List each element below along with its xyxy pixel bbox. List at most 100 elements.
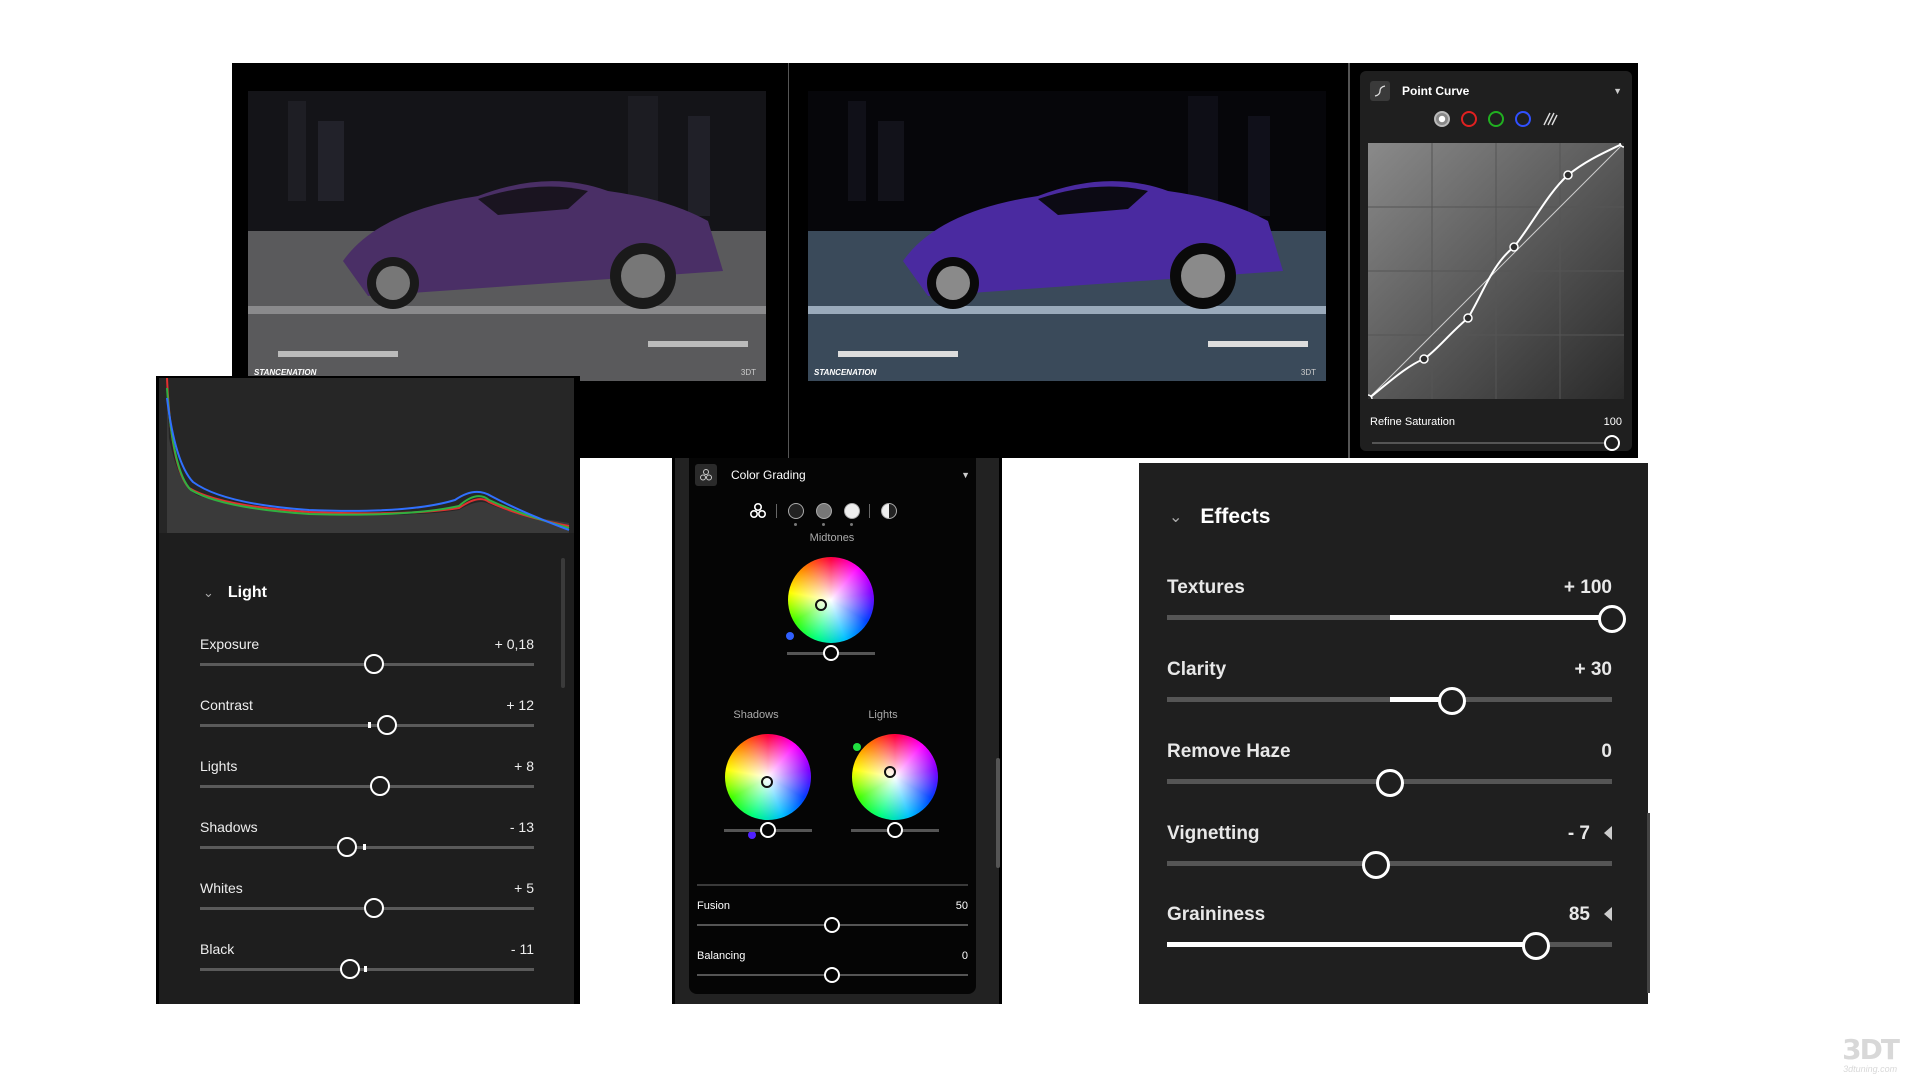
refine-saturation-label: Refine Saturation bbox=[1370, 416, 1455, 428]
channel-red-button[interactable] bbox=[1461, 111, 1477, 127]
contrast-slider[interactable]: Contrast + 12 bbox=[200, 697, 534, 747]
shadows-hue-handle[interactable] bbox=[761, 776, 773, 788]
slider-handle[interactable] bbox=[340, 959, 361, 979]
shadows-label: Shadows bbox=[733, 709, 779, 721]
textures-slider[interactable]: Textures + 100 bbox=[1167, 577, 1626, 637]
three-way-view-icon[interactable] bbox=[749, 502, 767, 520]
slider-handle[interactable] bbox=[336, 837, 357, 857]
effects-section-header[interactable]: ⌄ Effects bbox=[1169, 505, 1270, 529]
color-grading-header[interactable]: Color Grading ▼ bbox=[695, 464, 970, 486]
slider-handle[interactable] bbox=[1598, 605, 1626, 633]
slider-label: Lights bbox=[200, 758, 238, 774]
lights-hue-handle[interactable] bbox=[884, 766, 896, 778]
slider-value[interactable]: 0 bbox=[1601, 741, 1612, 763]
slider-handle[interactable] bbox=[1375, 769, 1404, 797]
default-tick bbox=[364, 966, 367, 972]
slider-handle[interactable] bbox=[363, 654, 384, 674]
slider-label: Contrast bbox=[200, 697, 253, 713]
shadows-color-wheel[interactable] bbox=[725, 734, 811, 820]
reset-arrow-icon[interactable] bbox=[1604, 907, 1612, 921]
before-photo: STANCENATION 3DT bbox=[248, 91, 766, 381]
fusion-handle[interactable] bbox=[824, 917, 840, 933]
slider-value[interactable]: + 12 bbox=[506, 697, 534, 713]
channel-blue-button[interactable] bbox=[1515, 111, 1531, 127]
light-section-header[interactable]: ⌄ Light bbox=[203, 584, 267, 602]
slider-value[interactable]: 85 bbox=[1569, 904, 1590, 926]
balancing-handle[interactable] bbox=[824, 967, 840, 983]
midtones-view-button[interactable] bbox=[816, 503, 832, 519]
midtones-hue-handle[interactable] bbox=[815, 599, 827, 611]
point-curve-title: Point Curve bbox=[1402, 84, 1470, 98]
balancing-value[interactable]: 0 bbox=[962, 950, 968, 962]
shadows-view-button[interactable] bbox=[788, 503, 804, 519]
slider-track[interactable] bbox=[200, 785, 534, 788]
slider-value[interactable]: - 13 bbox=[510, 819, 534, 835]
slider-handle[interactable] bbox=[1522, 932, 1551, 960]
refine-saturation-track[interactable] bbox=[1372, 442, 1610, 444]
shadows-hue-marker[interactable] bbox=[748, 831, 756, 839]
slider-value[interactable]: + 8 bbox=[514, 758, 534, 774]
car-photo-after-image bbox=[808, 91, 1326, 381]
fusion-value[interactable]: 50 bbox=[956, 900, 968, 912]
point-curve-header[interactable]: Point Curve ▼ bbox=[1370, 81, 1622, 101]
chevron-down-icon[interactable]: ▼ bbox=[1613, 86, 1622, 96]
lights-hue-marker[interactable] bbox=[853, 743, 861, 751]
whites-slider[interactable]: Whites + 5 bbox=[200, 880, 534, 930]
vignetting-slider[interactable]: Vignetting - 7 bbox=[1167, 823, 1612, 883]
slider-track[interactable] bbox=[200, 968, 534, 971]
channel-rgb-button[interactable] bbox=[1434, 111, 1450, 127]
chevron-down-icon: ⌄ bbox=[1169, 509, 1183, 526]
lights-view-button[interactable] bbox=[844, 503, 860, 519]
midtones-hue-marker[interactable] bbox=[786, 632, 794, 640]
slider-value[interactable]: + 0,18 bbox=[495, 636, 534, 652]
slider-label: Exposure bbox=[200, 636, 260, 652]
lights-luminance-handle[interactable] bbox=[887, 822, 903, 838]
refine-saturation-value[interactable]: 100 bbox=[1604, 416, 1622, 428]
slider-handle[interactable] bbox=[363, 898, 384, 918]
shadows-slider[interactable]: Shadows - 13 bbox=[200, 819, 534, 869]
slider-handle[interactable] bbox=[1437, 687, 1466, 715]
panel-scrollbar[interactable] bbox=[561, 558, 565, 688]
channel-green-button[interactable] bbox=[1488, 111, 1504, 127]
slider-label: Shadows bbox=[200, 819, 258, 835]
black-slider[interactable]: Black - 11 bbox=[200, 941, 534, 991]
slider-value[interactable]: - 7 bbox=[1568, 823, 1590, 845]
indicator-dot bbox=[794, 523, 797, 526]
exposure-slider[interactable]: Exposure + 0,18 bbox=[200, 636, 534, 686]
slider-track[interactable] bbox=[200, 724, 534, 727]
slider-handle[interactable] bbox=[377, 715, 398, 735]
lights-slider[interactable]: Lights + 8 bbox=[200, 758, 534, 808]
slider-value[interactable]: - 11 bbox=[511, 941, 534, 957]
default-tick bbox=[368, 722, 371, 728]
panel-scrollbar[interactable] bbox=[1647, 813, 1650, 993]
graininess-slider[interactable]: Graininess 85 bbox=[1167, 904, 1612, 964]
brand-url: 3dtuning.com bbox=[1843, 1064, 1898, 1074]
slider-handle[interactable] bbox=[1362, 851, 1391, 879]
midtones-color-wheel[interactable] bbox=[788, 557, 874, 643]
slider-label: Textures bbox=[1167, 577, 1245, 598]
clarity-slider[interactable]: Clarity + 30 bbox=[1167, 659, 1612, 719]
slider-handle[interactable] bbox=[370, 776, 391, 796]
slider-value[interactable]: + 30 bbox=[1574, 659, 1612, 681]
refine-saturation-handle[interactable] bbox=[1604, 435, 1620, 451]
slider-value[interactable]: + 5 bbox=[514, 880, 534, 896]
parametric-curve-icon[interactable] bbox=[1542, 111, 1558, 127]
lights-color-wheel[interactable] bbox=[852, 734, 938, 820]
slider-track[interactable] bbox=[200, 846, 534, 849]
reset-arrow-icon[interactable] bbox=[1604, 826, 1612, 840]
tone-curve-graph[interactable] bbox=[1368, 143, 1624, 399]
grading-mode-selector bbox=[749, 499, 919, 526]
remove-haze-slider[interactable]: Remove Haze 0 bbox=[1167, 741, 1612, 801]
indicator-dot bbox=[850, 523, 853, 526]
brand-logo: 3DT bbox=[1842, 1033, 1900, 1066]
panel-scrollbar[interactable] bbox=[996, 758, 1000, 868]
shadows-luminance-handle[interactable] bbox=[760, 822, 776, 838]
slider-label: Vignetting bbox=[1167, 823, 1260, 844]
chevron-down-icon[interactable]: ▼ bbox=[961, 470, 970, 480]
fusion-label: Fusion bbox=[697, 900, 731, 912]
chevron-down-icon: ⌄ bbox=[203, 585, 214, 600]
slider-value[interactable]: + 100 bbox=[1564, 577, 1612, 599]
midtones-label: Midtones bbox=[809, 532, 855, 544]
midtones-luminance-handle[interactable] bbox=[823, 645, 839, 661]
global-view-button[interactable] bbox=[881, 503, 897, 519]
